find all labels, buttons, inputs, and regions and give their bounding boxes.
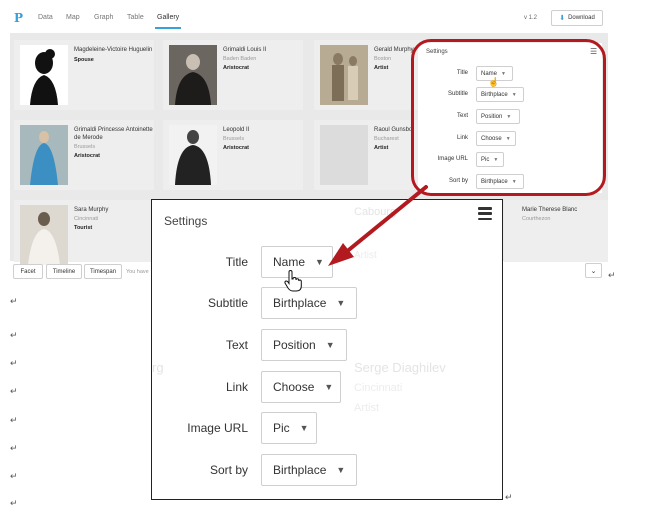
return-mark-icon: ↵ [10,415,18,425]
timeline-button[interactable]: Timeline [46,264,82,279]
settings-title: Settings [164,214,208,228]
ghost-text: Artist [354,250,377,261]
card-place: Brussels [74,144,96,150]
ghost-fragment: rg [152,360,164,375]
card-name: Grimaldi Princesse Antoinette de Merode [74,127,153,141]
image-placeholder [320,125,368,185]
subtitle-label: Subtitle [207,296,248,310]
return-mark-icon: ↵ [10,330,18,340]
portrait-photo [169,125,217,185]
subtitle-select-value: Birthplace [273,296,327,310]
ghost-text: Artist [354,402,380,414]
gallery-card[interactable]: Sara Murphy Cincinnati Tourist [14,200,154,265]
card-name: Grimaldi Louis II [223,47,267,53]
card-name: Magdeleine-Victoire Huguelin [74,47,153,53]
caret-down-icon: ▼ [315,257,324,267]
card-name: Sara Murphy [74,207,109,213]
link-select[interactable]: Choose ▼ [261,371,341,403]
caret-down-icon: ▼ [325,340,335,350]
return-mark-icon: ↵ [10,358,18,368]
chevron-down-icon[interactable]: ⌄ [585,263,602,278]
return-mark-icon: ↵ [608,270,616,280]
caret-down-icon: ▼ [299,423,309,433]
hamburger-menu-icon[interactable] [478,207,492,220]
sort-by-select-value: Birthplace [273,463,327,477]
card-role: Aristocrat [223,145,249,151]
link-select-value: Choose [273,380,315,394]
ghost-place-text: Cincinnati [354,382,403,394]
link-label: Link [225,380,248,394]
text-select-value: Position [273,338,316,352]
ghost-name-text: Cabourg [354,206,397,218]
gallery-card[interactable]: Magdeleine-Victoire Huguelin Spouse [14,40,154,110]
gallery-card[interactable]: Marie Therese Blanc Courthezon [504,200,608,262]
tab-gallery[interactable]: Gallery [154,14,182,29]
portrait-photo [320,45,368,105]
status-text: You have [126,269,149,275]
app-logo[interactable]: P [14,11,23,25]
caret-down-icon: ▼ [324,382,334,392]
version-label: v 1.2 [524,15,538,21]
return-mark-icon: ↵ [10,498,18,508]
return-mark-icon: ↵ [10,471,18,481]
gallery-card[interactable]: Leopold II Brussels Aristocrat [163,120,303,190]
sort-by-label: Sort by [209,463,248,477]
settings-zoom-callout: Cabourg Artist Serge Diaghilev Cincinnat… [151,199,503,500]
tab-graph[interactable]: Graph [94,14,113,21]
card-place: Baden Baden [223,56,257,62]
ghost-name-text: Serge Diaghilev [354,360,446,375]
card-role: Spouse [74,57,94,63]
timespan-button[interactable]: Timespan [84,264,122,279]
hand-pointer-icon [284,270,302,292]
portrait-photo [20,125,68,185]
return-mark-icon: ↵ [10,386,18,396]
highlight-circle [411,39,606,196]
download-icon: ⬇ [559,15,566,22]
image-url-select[interactable]: Pic ▼ [261,412,317,444]
sort-by-select[interactable]: Birthplace ▼ [261,454,357,486]
text-select[interactable]: Position ▼ [261,329,347,361]
card-role: Tourist [74,225,93,231]
image-url-select-value: Pic [273,421,290,435]
title-select-value: Name [273,255,306,269]
return-mark-icon: ↵ [10,296,18,306]
text-label: Text [225,338,248,352]
tab-data[interactable]: Data [38,14,53,21]
return-mark-icon: ↵ [505,492,513,502]
card-place: Courthezon [522,216,551,222]
caret-down-icon: ▼ [336,298,346,308]
silhouette-portrait [20,45,68,105]
facet-button[interactable]: Facet [13,264,43,279]
top-navigation: P Data Map Graph Table Gallery v 1.2 ⬇ D… [10,5,608,33]
tab-map[interactable]: Map [66,14,80,21]
card-role: Aristocrat [74,153,100,159]
gallery-card[interactable]: Grimaldi Louis II Baden Baden Aristocrat [163,40,303,110]
gallery-card[interactable]: Grimaldi Princesse Antoinette de Merode … [14,120,154,190]
card-place: Cincinnati [74,216,99,222]
card-name: Leopold II [223,127,250,133]
card-role: Aristocrat [223,65,249,71]
portrait-photo [169,45,217,105]
image-url-label: Image URL [187,421,248,435]
caret-down-icon: ▼ [336,465,346,475]
portrait-photo [20,205,68,265]
return-mark-icon: ↵ [10,443,18,453]
card-place: Brussels [223,136,245,142]
subtitle-select[interactable]: Birthplace ▼ [261,287,357,319]
download-button[interactable]: ⬇ Download [551,10,603,26]
tab-table[interactable]: Table [127,14,144,21]
card-name: Marie Therese Blanc [522,207,578,213]
title-label: Title [225,255,248,269]
download-label: Download [568,15,595,21]
